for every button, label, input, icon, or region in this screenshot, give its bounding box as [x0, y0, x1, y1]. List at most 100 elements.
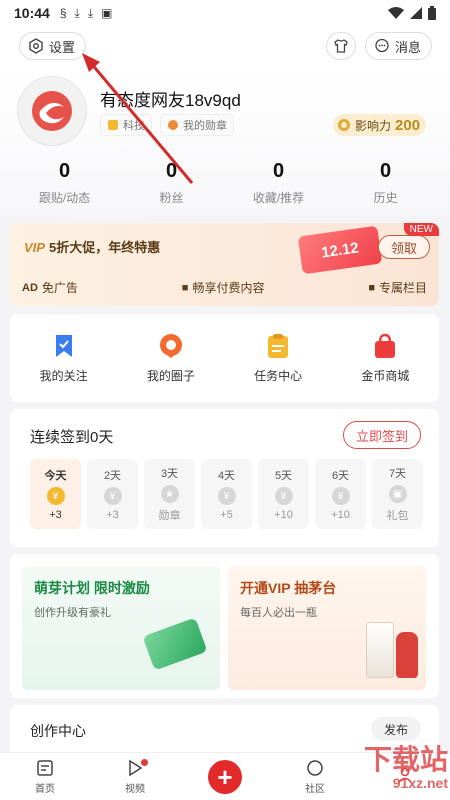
settings-label: 设置 [49, 39, 76, 55]
signin-day[interactable]: 5天 ¥ +10 [258, 459, 309, 529]
vip-sale-art: 12.12 [297, 225, 383, 275]
quick-links: 我的关注 我的圈子 任务中心 金币商城 [10, 314, 439, 402]
perk-label: 免广告 [41, 281, 78, 295]
coin-icon: ¥ [331, 487, 350, 505]
vip-banner[interactable]: VIP 5折大促，年终特惠 12.12 领取 NEW AD 免广告 ■ 畅享付费内… [10, 223, 439, 306]
vip-promo: VIP 5折大促，年终特惠 [24, 237, 160, 256]
download-icon: ⤓ [87, 5, 94, 20]
perk-exclusive-column[interactable]: ■ 专属栏目 [368, 279, 427, 296]
signin-days: 今天 ¥ +3 2天 ¥ +3 3天 ★ 勋章 4天 ¥ +5 5天 ¥ +10… [30, 459, 423, 529]
stats-row: 0 跟贴/动态 0 粉丝 0 收藏/推荐 0 历史 [0, 160, 450, 206]
coin-icon: ¥ [217, 487, 236, 505]
my-medals-badge[interactable]: 我的勋章 [160, 114, 234, 136]
tab-video[interactable]: 视频 [90, 753, 180, 800]
download-icon: ⤓ [74, 5, 80, 20]
coin-icon: ¥ [274, 487, 293, 505]
day-label: 4天 [217, 470, 236, 482]
day-reward: +5 [220, 509, 233, 521]
day-reward: +3 [49, 509, 62, 521]
shopping-bag-icon [375, 333, 396, 358]
sync-icon: § [59, 5, 67, 20]
avatar[interactable] [17, 76, 87, 146]
claim-button[interactable]: 领取 [378, 235, 430, 259]
influence-badge[interactable]: 影响力 200 [333, 114, 427, 136]
quick-link-label: 我的圈子 [146, 368, 195, 383]
sprout-plan-title: 萌芽计划 限时激励 [34, 580, 150, 596]
tech-badge[interactable]: 科技 [100, 114, 152, 136]
messages-button[interactable]: 消息 [365, 32, 433, 60]
site-watermark: 下载站 91xz.net [288, 738, 448, 798]
vip-promo-text: 5折大促，年终特惠 [48, 240, 161, 255]
status-right [388, 6, 436, 20]
creation-center-title: 创作中心 [30, 723, 86, 739]
vip-lottery-title: 开通VIP 抽茅台 [240, 580, 337, 596]
stat-value: 0 [165, 160, 178, 182]
username[interactable]: 有态度网友18v9qd [100, 86, 241, 111]
signin-day[interactable]: 6天 ¥ +10 [315, 459, 366, 529]
vip-lottery-card[interactable]: 开通VIP 抽茅台 每百人必出一瓶 [228, 566, 426, 690]
dress-up-button[interactable] [326, 32, 356, 60]
signin-day[interactable]: 今天 ¥ +3 [30, 459, 81, 529]
settings-button[interactable]: 设置 [19, 32, 87, 60]
messages-label: 消息 [395, 39, 422, 55]
signin-day[interactable]: 7天 ▣ 礼包 [372, 459, 423, 529]
wifi-icon [388, 7, 404, 19]
top-bar: 设置 消息 [0, 26, 450, 66]
day-label: 6天 [331, 470, 350, 482]
day-reward: 礼包 [386, 510, 409, 522]
sprout-plan-card[interactable]: 萌芽计划 限时激励 创作升级有豪礼 [22, 566, 220, 690]
sprout-plan-subtitle: 创作升级有豪礼 [34, 607, 111, 619]
quick-link-tasks[interactable]: 任务中心 [225, 314, 332, 402]
home-news-icon [37, 759, 53, 776]
bookmark-icon [55, 334, 72, 357]
day-reward: +10 [274, 509, 293, 521]
task-clipboard-icon [268, 333, 289, 358]
signin-day[interactable]: 3天 ★ 勋章 [144, 459, 195, 529]
signin-card: 连续签到0天 立即签到 今天 ¥ +3 2天 ¥ +3 3天 ★ 勋章 4天 ¥… [10, 409, 439, 547]
day-reward: +10 [331, 509, 350, 521]
stat-label: 收藏/推荐 [252, 191, 305, 205]
tab-label: 视频 [125, 783, 145, 795]
status-bar: 10:44 § ⤓ ⤓ ▣ [0, 0, 450, 26]
perk-label: 畅享付费内容 [192, 281, 265, 295]
vip-perks: AD 免广告 ■ 畅享付费内容 ■ 专属栏目 [10, 279, 439, 296]
notification-dot [141, 759, 148, 766]
quick-link-coin-mall[interactable]: 金币商城 [332, 314, 439, 402]
coin-icon: ¥ [103, 487, 122, 505]
tech-badge-label: 科技 [123, 120, 145, 132]
bottle-illustration [396, 632, 418, 678]
promo-section: 萌芽计划 限时激励 创作升级有豪礼 开通VIP 抽茅台 每百人必出一瓶 [10, 554, 439, 698]
signin-day[interactable]: 4天 ¥ +5 [201, 459, 252, 529]
medal-icon [168, 120, 178, 130]
quick-link-label: 我的关注 [39, 368, 88, 383]
plus-icon: + [208, 759, 242, 794]
stat-value: 0 [379, 160, 392, 182]
stat-posts[interactable]: 0 跟贴/动态 [11, 160, 118, 206]
profile-header: 有态度网友18v9qd 科技 我的勋章 影响力 200 0 跟贴/动态 0 粉丝… [0, 66, 450, 216]
exclusive-column-icon: ■ [368, 281, 375, 294]
stat-favorites[interactable]: 0 收藏/推荐 [225, 160, 332, 206]
perk-paid-content[interactable]: ■ 畅享付费内容 [182, 279, 265, 296]
tab-publish[interactable]: + [180, 753, 270, 800]
perk-no-ads[interactable]: AD 免广告 [22, 279, 78, 296]
tab-home[interactable]: 首页 [0, 753, 90, 800]
coin-icon: ¥ [46, 487, 65, 505]
quick-link-circles[interactable]: 我的圈子 [117, 314, 224, 402]
day-label: 7天 [388, 468, 407, 480]
gift-icon: ▣ [388, 485, 407, 503]
netease-logo-icon [32, 91, 72, 131]
ad-icon: AD [22, 281, 38, 294]
day-reward: +3 [106, 509, 119, 521]
signin-day[interactable]: 2天 ¥ +3 [87, 459, 138, 529]
badge-icon [108, 120, 118, 130]
perk-label: 专属栏目 [378, 281, 427, 295]
stat-followers[interactable]: 0 粉丝 [118, 160, 225, 206]
status-indicators: § ⤓ ⤓ ▣ [60, 6, 113, 21]
watermark-text: 下载站 [363, 744, 448, 775]
signin-button[interactable]: 立即签到 [343, 421, 421, 449]
signin-title: 连续签到0天 [30, 429, 114, 446]
stat-label: 跟贴/动态 [38, 191, 91, 205]
stat-history[interactable]: 0 历史 [332, 160, 439, 206]
quick-link-following[interactable]: 我的关注 [10, 314, 117, 402]
influence-value: 200 [395, 116, 421, 134]
